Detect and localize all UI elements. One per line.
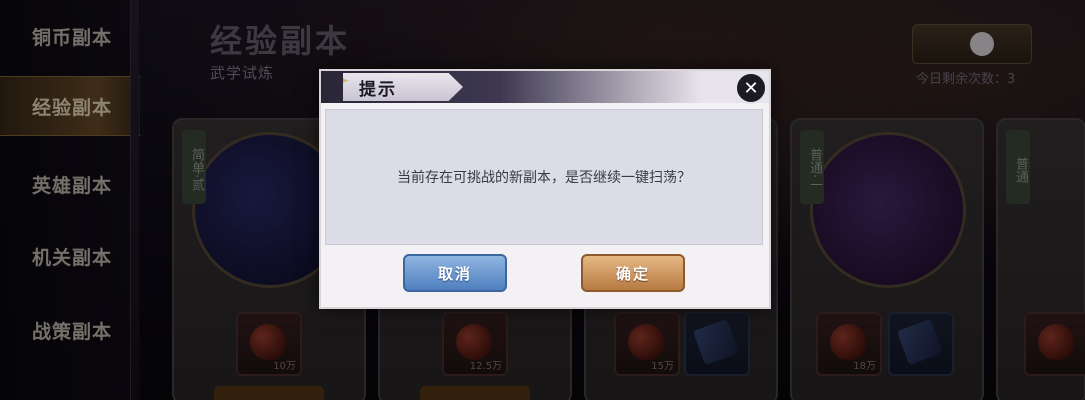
dialog-message: 当前存在可挑战的新副本，是否继续一键扫荡？	[397, 170, 691, 186]
dialog-title-plate: ✦ 提示	[343, 73, 463, 101]
close-icon[interactable]: ✕	[735, 72, 767, 104]
dialog-body: 当前存在可挑战的新副本，是否继续一键扫荡？	[325, 109, 763, 245]
confirm-button[interactable]: 确定	[581, 254, 685, 292]
confirm-dialog: ✦ 提示 ✕ 当前存在可挑战的新副本，是否继续一键扫荡？ 取消 确定	[319, 69, 771, 309]
dialog-header: ✦ 提示 ✕	[321, 71, 769, 104]
cancel-button[interactable]: 取消	[403, 254, 507, 292]
ornament-icon: ✦	[329, 67, 351, 97]
dialog-title: 提示	[359, 79, 397, 100]
